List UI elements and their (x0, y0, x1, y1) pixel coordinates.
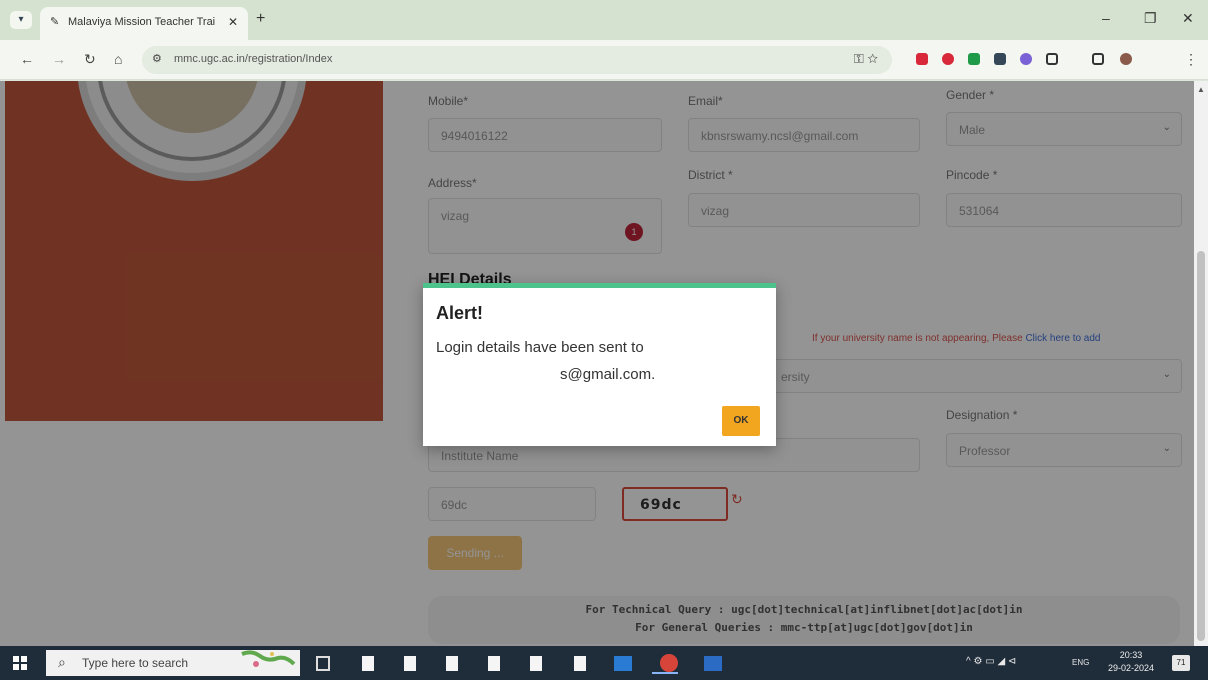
file-icon[interactable] (362, 656, 374, 671)
dialog-email: s@gmail.com. (560, 366, 656, 383)
window-close-button[interactable]: ✕ (1182, 10, 1194, 27)
search-highlight-icon (241, 650, 296, 667)
profile-avatar[interactable] (1120, 53, 1132, 65)
dialog-message: Login details have been sent to (436, 339, 644, 356)
file-icon[interactable] (404, 656, 416, 671)
extension-icon[interactable] (916, 53, 928, 65)
url-text[interactable]: mmc.ugc.ac.in/registration/Index (174, 53, 332, 65)
bookmark-star-icon[interactable]: ⚿ ☆ (854, 51, 878, 67)
file-icon[interactable] (530, 656, 542, 671)
word-icon[interactable] (704, 656, 722, 671)
back-icon[interactable]: ← (20, 51, 34, 67)
browser-toolbar: ← → ↻ ⌂ ⚙ mmc.ugc.ac.in/registration/Ind… (0, 40, 1208, 80)
chrome-icon[interactable] (660, 654, 678, 672)
alert-dialog: Alert! Login details have been sent to s… (423, 283, 776, 446)
scroll-up-icon[interactable]: ▲ (1197, 85, 1205, 94)
clock-time: 20:33 (1119, 650, 1143, 660)
tab-title: Malaviya Mission Teacher Trai (68, 16, 216, 28)
restore-button[interactable]: ❐ (1144, 10, 1157, 27)
extension-icon[interactable] (994, 53, 1006, 65)
tab-close-icon[interactable]: ✕ (228, 7, 238, 37)
windows-start-icon[interactable] (13, 656, 27, 670)
redacted-text (436, 365, 560, 379)
menu-dots-icon[interactable]: ⋮ (1184, 51, 1198, 68)
site-info-icon[interactable]: ⚙ (152, 52, 162, 65)
notification-icon[interactable]: 71 (1172, 655, 1190, 671)
home-icon[interactable]: ⌂ (114, 51, 122, 67)
file-icon[interactable] (574, 656, 586, 671)
outlook-icon[interactable] (614, 656, 632, 671)
minimize-button[interactable]: – (1102, 10, 1110, 26)
ok-button[interactable]: OK (722, 406, 760, 436)
browser-tab-bar: ▾ ✎ Malaviya Mission Teacher Trai ✕ + – … (0, 0, 1208, 40)
dialog-title: Alert! (436, 303, 484, 323)
new-tab-button[interactable]: + (256, 10, 265, 28)
side-panel-icon[interactable] (1092, 53, 1104, 65)
taskbar-clock[interactable]: 20:33 29-02-2024 (1104, 649, 1158, 675)
file-icon[interactable] (446, 656, 458, 671)
scrollbar-thumb[interactable] (1197, 251, 1205, 641)
windows-taskbar: ⌕ Type here to search ^ ⚙ ▭ ◢ ⊲ ENG 20:3… (0, 646, 1208, 680)
dialog-email-line: s@gmail.com. (436, 365, 655, 383)
browser-tab[interactable]: ✎ Malaviya Mission Teacher Trai ✕ (40, 7, 248, 40)
task-view-icon[interactable] (316, 656, 330, 671)
extension-icon[interactable] (942, 53, 954, 65)
reload-icon[interactable]: ↻ (84, 51, 96, 68)
address-bar[interactable]: ⚙ mmc.ugc.ac.in/registration/Index ⚿ ☆ (142, 46, 892, 74)
scrollbar[interactable]: ▲ (1194, 81, 1208, 646)
forward-icon[interactable]: → (52, 51, 66, 67)
clock-date: 29-02-2024 (1107, 663, 1155, 673)
extension-icon[interactable] (1020, 53, 1032, 65)
site-favicon-icon: ✎ (50, 16, 60, 28)
search-icon: ⌕ (58, 654, 66, 670)
extensions-puzzle-icon[interactable] (1046, 53, 1058, 65)
tab-search-icon[interactable]: ▾ (10, 11, 32, 29)
active-app-indicator (652, 672, 678, 674)
extension-icon[interactable] (968, 53, 980, 65)
language-indicator[interactable]: ENG (1072, 658, 1089, 667)
file-icon[interactable] (488, 656, 500, 671)
taskbar-search-text: Type here to search (82, 656, 189, 670)
system-tray-icons[interactable]: ^ ⚙ ▭ ◢ ⊲ (966, 656, 1016, 667)
